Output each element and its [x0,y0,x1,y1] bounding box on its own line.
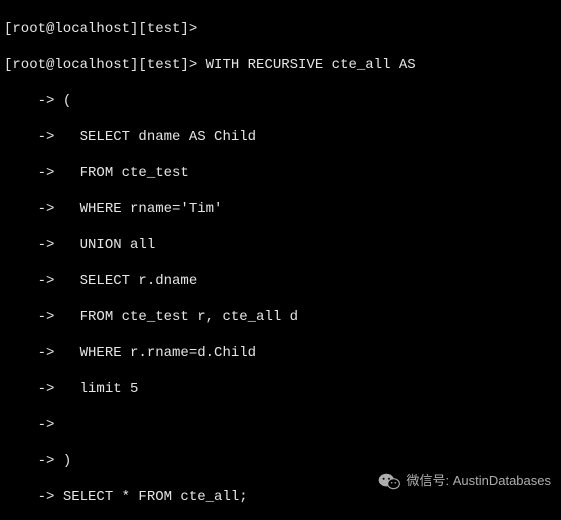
sql-continuation: -> FROM cte_test r, cte_all d [4,308,557,326]
command-line: [root@localhost][test]> WITH RECURSIVE c… [4,56,557,74]
sql-continuation: -> SELECT * FROM cte_all; [4,488,557,506]
sql-continuation: -> ( [4,92,557,110]
sql-continuation: -> UNION all [4,236,557,254]
watermark: 微信号: AustinDatabases [378,472,551,490]
prompt-text: [root@localhost][test]> [4,21,197,37]
wechat-icon [378,472,400,490]
sql-command-start: WITH RECURSIVE cte_all AS [206,57,416,73]
terminal-output: [root@localhost][test]> [root@localhost]… [0,0,561,520]
sql-continuation: -> limit 5 [4,380,557,398]
sql-continuation: -> WHERE r.rname=d.Child [4,344,557,362]
prompt-text: [root@localhost][test]> [4,57,206,73]
previous-prompt-line: [root@localhost][test]> [4,20,557,38]
sql-continuation: -> SELECT r.dname [4,272,557,290]
sql-continuation: -> [4,416,557,434]
sql-continuation: -> SELECT dname AS Child [4,128,557,146]
sql-continuation: -> FROM cte_test [4,164,557,182]
sql-continuation: -> WHERE rname='Tim' [4,200,557,218]
watermark-text: 微信号: AustinDatabases [406,472,551,490]
sql-continuation: -> ) [4,452,557,470]
